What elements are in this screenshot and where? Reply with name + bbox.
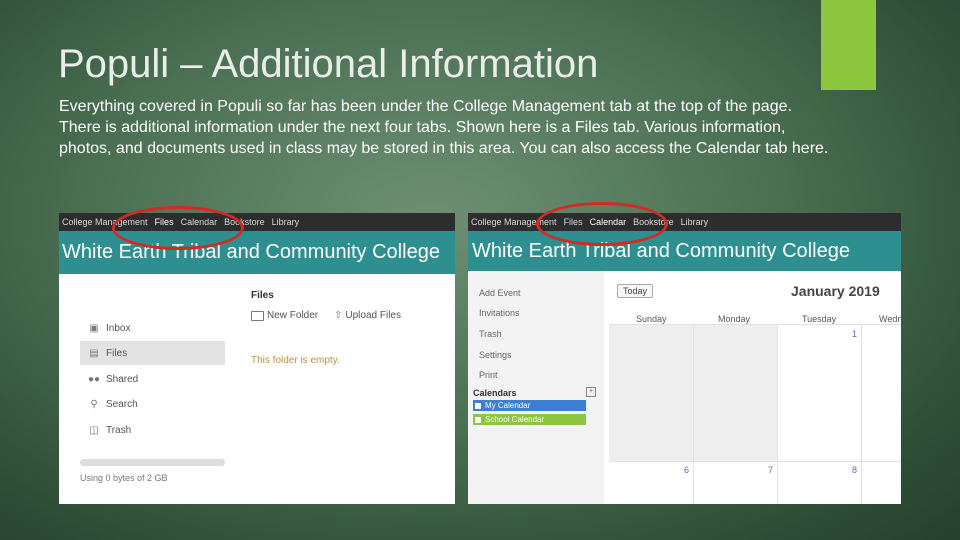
sidebar-item-shared[interactable]: ●● Shared [80, 367, 225, 391]
highlight-oval-calendar [536, 202, 668, 246]
calendar-item-label: My Calendar [485, 401, 531, 410]
folder-icon [251, 310, 264, 321]
trash-icon: ◫ [89, 424, 99, 436]
calendars-header: Calendars [473, 388, 517, 398]
grid-line [777, 324, 778, 504]
highlight-oval-files [112, 206, 244, 250]
my-calendar-item[interactable]: My Calendar [473, 400, 586, 411]
day-name-monday: Monday [718, 314, 751, 324]
add-calendar-icon[interactable]: + [586, 387, 596, 397]
date-cell[interactable]: 6 [684, 465, 689, 475]
grid-line [609, 461, 901, 462]
sidebar-item-inbox[interactable]: ▣ Inbox [80, 316, 225, 340]
sidebar-item-search[interactable]: ⚲ Search [80, 392, 225, 416]
sidebar-item-trash[interactable]: ◫ Trash [80, 418, 225, 442]
tab-library[interactable]: Library [681, 217, 709, 227]
day-name-wednesday: Wedn [879, 314, 901, 324]
grid-line [693, 324, 694, 504]
tab-library[interactable]: Library [272, 217, 300, 227]
new-folder-label: New Folder [267, 310, 319, 321]
inbox-icon: ▣ [89, 322, 99, 334]
files-screenshot: College Management Files Calendar Bookst… [59, 213, 455, 504]
month-title: January 2019 [791, 283, 880, 299]
slide-title: Populi – Additional Information [58, 42, 599, 86]
add-event-link[interactable]: Add Event [479, 288, 521, 298]
shared-users-icon: ●● [87, 373, 101, 385]
empty-folder-message: This folder is empty. [251, 355, 340, 366]
file-icon: ▤ [89, 347, 99, 359]
top-nav: College Management Files Calendar Bookst… [468, 213, 901, 231]
files-heading: Files [251, 290, 274, 301]
new-folder-button[interactable]: New Folder [251, 310, 318, 321]
search-icon: ⚲ [90, 398, 98, 410]
storage-usage-text: Using 0 bytes of 2 GB [80, 473, 168, 483]
accent-bar [821, 0, 876, 90]
grid-line [609, 324, 901, 325]
sidebar-item-label: Search [106, 398, 138, 410]
college-banner: White Earth Tribal and Community College [468, 231, 901, 271]
upload-icon: ⇧ [334, 310, 343, 321]
today-button[interactable]: Today [617, 284, 654, 298]
body-line: photos, and documents used in class may … [59, 140, 829, 157]
month-grid: 1 6 7 8 [609, 324, 901, 504]
storage-usage-bar [80, 459, 225, 466]
checkbox-icon [475, 402, 481, 409]
settings-link[interactable]: Settings [479, 350, 512, 360]
sidebar-item-label: Trash [106, 424, 132, 436]
print-link[interactable]: Print [479, 370, 498, 380]
date-cell[interactable]: 8 [852, 465, 857, 475]
calendar-item-label: School Calendar [485, 415, 545, 424]
checkbox-icon [475, 416, 481, 423]
upload-files-label: Upload Files [345, 310, 401, 321]
date-cell[interactable]: 7 [768, 465, 773, 475]
sidebar-item-label: Shared [106, 373, 139, 385]
upload-files-button[interactable]: ⇧ Upload Files [334, 310, 401, 321]
calendar-screenshot: College Management Files Calendar Bookst… [468, 213, 901, 504]
sidebar-item-label: Files [106, 347, 128, 359]
trash-link[interactable]: Trash [479, 329, 502, 339]
body-line: Everything covered in Populi so far has … [59, 98, 792, 115]
grid-line [861, 324, 862, 504]
sidebar-item-label: Inbox [106, 322, 131, 334]
day-name-tuesday: Tuesday [802, 314, 837, 324]
body-line: There is additional information under th… [59, 119, 786, 136]
day-name-sunday: Sunday [636, 314, 667, 324]
sidebar-item-files[interactable]: ▤ Files [80, 341, 225, 365]
school-calendar-item[interactable]: School Calendar [473, 414, 586, 425]
calendar-sidebar: Add Event Invitations Trash Settings Pri… [468, 271, 604, 504]
date-cell[interactable]: 1 [852, 329, 857, 339]
slide-body: Everything covered in Populi so far has … [59, 96, 949, 159]
invitations-link[interactable]: Invitations [479, 308, 520, 318]
